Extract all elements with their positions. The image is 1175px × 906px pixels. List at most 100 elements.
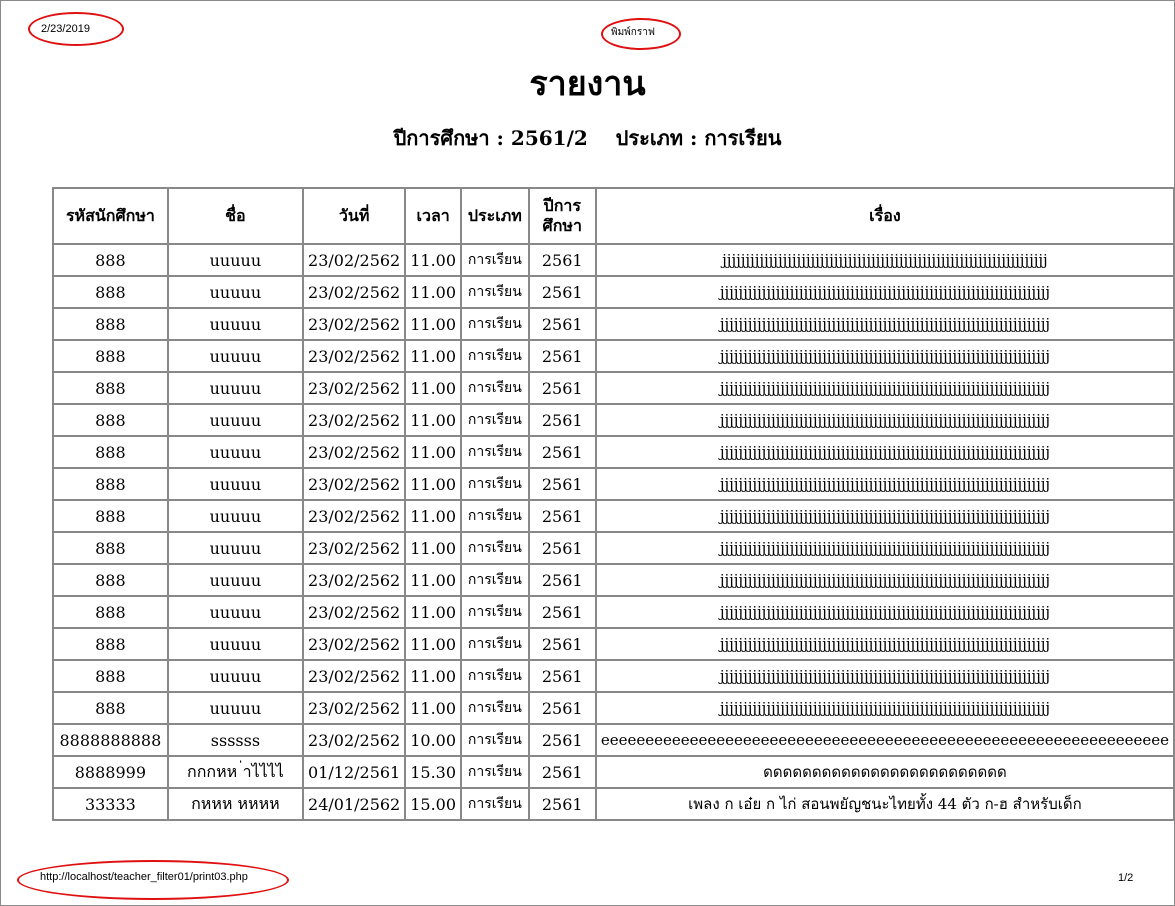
cell-time: 11.00 — [404, 403, 463, 437]
table-row: 888 uuuuu 23/02/2562 11.00 การเรียน 2561 jjjjj… — [52, 403, 1175, 437]
cell-topic: jjjjjjjjjjjjjjjjjjjjjjjjjjjjjjjjjjjjjjjj… — [594, 339, 1175, 373]
cell-name: uuuuu — [166, 403, 305, 437]
cell-academic-year: 2561 — [527, 499, 597, 533]
cell-name: uuuuu — [166, 243, 305, 277]
table-row: 888 uuuuu 23/02/2562 11.00 การเรียน 2561 jjjjj… — [52, 467, 1175, 501]
header-name: ชื่อ — [166, 187, 305, 245]
cell-name: uuuuu — [166, 275, 305, 309]
report-subtitle: ปีการศึกษา : 2561/2 ประเภท : การเรียน — [393, 126, 782, 150]
cell-topic: jjjjjjjjjjjjjjjjjjjjjjjjjjjjjjjjjjjjjjjj… — [594, 371, 1175, 405]
cell-academic-year: 2561 — [527, 563, 597, 597]
cell-topic: jjjjjjjjjjjjjjjjjjjjjjjjjjjjjjjjjjjjjjjj… — [594, 627, 1175, 661]
cell-student-id: 888 — [52, 691, 169, 725]
cell-date: 01/12/2561 — [302, 755, 407, 789]
cell-date: 23/02/2562 — [302, 723, 407, 757]
cell-academic-year: 2561 — [527, 659, 597, 693]
cell-date: 23/02/2562 — [302, 499, 407, 533]
cell-time: 11.00 — [404, 307, 463, 341]
cell-topic: eeeeeeeeeeeeeeeeeeeeeeeeeeeeeeeeeeeeeeee… — [594, 723, 1175, 757]
cell-time: 11.00 — [404, 595, 463, 629]
cell-name: uuuuu — [166, 627, 305, 661]
annotation-circle-url — [17, 860, 289, 900]
cell-student-id: 888 — [52, 371, 169, 405]
header-student-id: รหัสนักศึกษา — [52, 187, 169, 245]
cell-time: 11.00 — [404, 627, 463, 661]
cell-date: 23/02/2562 — [302, 563, 407, 597]
page-number: 1/2 — [1118, 872, 1134, 884]
cell-name: uuuuu — [166, 467, 305, 501]
cell-type: การเรียน — [460, 499, 530, 533]
cell-academic-year: 2561 — [527, 531, 597, 565]
cell-topic: เพลง ก เอ๋ย ก ไก่ สอนพยัญชนะไทยทั้ง 44 ต… — [594, 787, 1175, 821]
cell-type: การเรียน — [460, 467, 530, 501]
cell-topic: jjjjjjjjjjjjjjjjjjjjjjjjjjjjjjjjjjjjjjjj… — [594, 403, 1175, 437]
table-row: 888 uuuuu 23/02/2562 11.00 การเรียน 2561 jjjjj… — [52, 563, 1175, 597]
cell-type: การเรียน — [460, 755, 530, 789]
cell-student-id: 888 — [52, 403, 169, 437]
cell-student-id: 888 — [52, 531, 169, 565]
table-row: 888 uuuuu 23/02/2562 11.00 การเรียน 2561 jjjjj… — [52, 499, 1175, 533]
cell-type: การเรียน — [460, 275, 530, 309]
cell-name: uuuuu — [166, 595, 305, 629]
cell-type: การเรียน — [460, 723, 530, 757]
cell-time: 11.00 — [404, 691, 463, 725]
cell-name: uuuuu — [166, 339, 305, 373]
cell-time: 10.00 — [404, 723, 463, 757]
cell-topic: jjjjjjjjjjjjjjjjjjjjjjjjjjjjjjjjjjjjjjjj… — [594, 595, 1175, 629]
header-time: เวลา — [404, 187, 463, 245]
table-row: 888 uuuuu 23/02/2562 11.00 การเรียน 2561 jjjjj… — [52, 659, 1175, 693]
cell-student-id: 888 — [52, 435, 169, 469]
cell-type: การเรียน — [460, 435, 530, 469]
cell-name: uuuuu — [166, 563, 305, 597]
cell-academic-year: 2561 — [527, 467, 597, 501]
cell-name: uuuuu — [166, 499, 305, 533]
cell-academic-year: 2561 — [527, 787, 597, 821]
cell-topic: jjjjjjjjjjjjjjjjjjjjjjjjjjjjjjjjjjjjjjjj… — [594, 499, 1175, 533]
cell-date: 23/02/2562 — [302, 307, 407, 341]
cell-name: ssssss — [166, 723, 305, 757]
cell-topic: jjjjjjjjjjjjjjjjjjjjjjjjjjjjjjjjjjjjjjjj… — [594, 563, 1175, 597]
cell-student-id: 888 — [52, 627, 169, 661]
cell-academic-year: 2561 — [527, 339, 597, 373]
cell-date: 23/02/2562 — [302, 595, 407, 629]
cell-type: การเรียน — [460, 659, 530, 693]
cell-date: 23/02/2562 — [302, 403, 407, 437]
table-row: 888 uuuuu 23/02/2562 11.00 การเรียน 2561 jjjjj… — [52, 531, 1175, 565]
table-row: 888 uuuuu 23/02/2562 11.00 การเรียน 2561 jjjjj… — [52, 627, 1175, 661]
header-type: ประเภท — [460, 187, 530, 245]
cell-student-id: 8888999 — [52, 755, 169, 789]
cell-name: กหหห หหหห — [166, 787, 305, 821]
cell-type: การเรียน — [460, 595, 530, 629]
cell-student-id: 888 — [52, 339, 169, 373]
table-header-row: รหัสนักศึกษา ชื่อ วันที่ เวลา ประเภท ปีก… — [52, 187, 1175, 245]
cell-time: 11.00 — [404, 659, 463, 693]
cell-student-id: 888 — [52, 595, 169, 629]
table-body: 888 uuuuu 23/02/2562 11.00 การเรียน 2561 jjjjj… — [52, 243, 1175, 821]
cell-academic-year: 2561 — [527, 755, 597, 789]
cell-date: 24/01/2562 — [302, 787, 407, 821]
cell-topic: jjjjjjjjjjjjjjjjjjjjjjjjjjjjjjjjjjjjjjjj… — [594, 307, 1175, 341]
cell-academic-year: 2561 — [527, 691, 597, 725]
cell-name: กกกหห ่าไไไไ — [166, 755, 305, 789]
cell-topic: jjjjjjjjjjjjjjjjjjjjjjjjjjjjjjjjjjjjjjjj… — [594, 435, 1175, 469]
cell-student-id: 888 — [52, 275, 169, 309]
cell-date: 23/02/2562 — [302, 243, 407, 277]
cell-time: 11.00 — [404, 531, 463, 565]
cell-academic-year: 2561 — [527, 627, 597, 661]
cell-type: การเรียน — [460, 339, 530, 373]
cell-topic: jjjjjjjjjjjjjjjjjjjjjjjjjjjjjjjjjjjjjjjj… — [594, 691, 1175, 725]
cell-academic-year: 2561 — [527, 595, 597, 629]
report-title: รายงาน — [529, 64, 646, 104]
header-date: วันที่ — [302, 187, 407, 245]
header-topic: เรื่อง — [594, 187, 1175, 245]
cell-date: 23/02/2562 — [302, 371, 407, 405]
cell-topic: jjjjjjjjjjjjjjjjjjjjjjjjjjjjjjjjjjjjjjjj… — [594, 275, 1175, 309]
cell-type: การเรียน — [460, 563, 530, 597]
cell-student-id: 888 — [52, 659, 169, 693]
cell-student-id: 888 — [52, 467, 169, 501]
cell-date: 23/02/2562 — [302, 467, 407, 501]
cell-date: 23/02/2562 — [302, 339, 407, 373]
cell-time: 11.00 — [404, 243, 463, 277]
cell-date: 23/02/2562 — [302, 691, 407, 725]
cell-time: 11.00 — [404, 563, 463, 597]
